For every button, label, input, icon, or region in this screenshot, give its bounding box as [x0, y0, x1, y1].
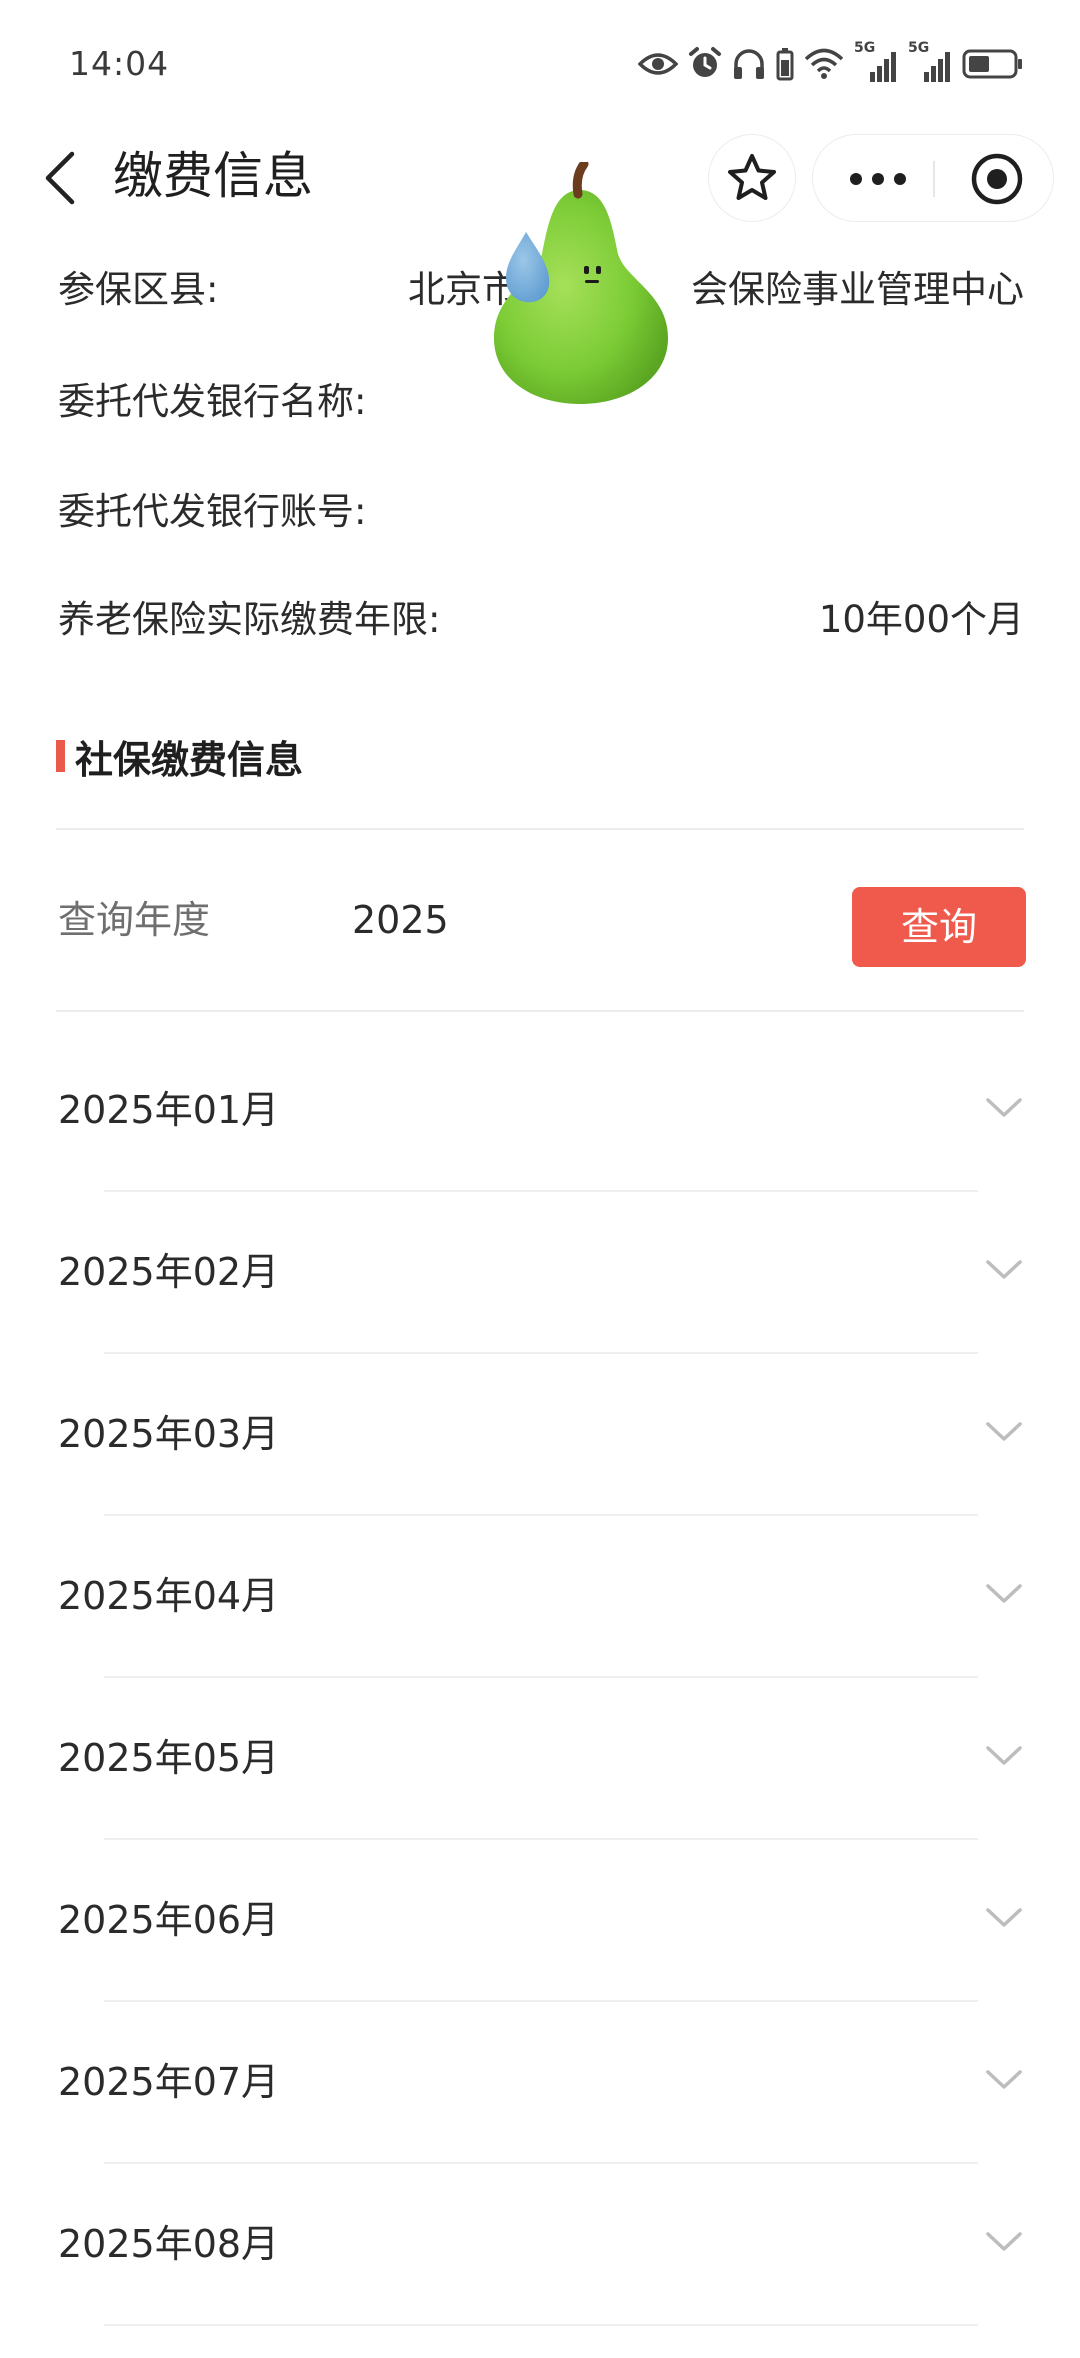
month-item[interactable]: 2025年01月: [0, 1030, 1080, 1192]
battery-icon: [962, 49, 1024, 79]
battery-small-icon: [776, 47, 794, 81]
month-label: 2025年02月: [58, 1250, 280, 1294]
chevron-down-icon: [984, 1574, 1024, 1614]
alarm-icon: [688, 46, 722, 82]
pension-years-value: 10年00个月: [818, 598, 1024, 641]
month-label: 2025年03月: [58, 1412, 280, 1456]
month-item[interactable]: 2025年05月: [0, 1678, 1080, 1840]
section-header: 社保缴费信息: [56, 728, 303, 784]
status-icons: 5G 5G: [638, 40, 1024, 86]
month-item[interactable]: 2025年04月: [0, 1516, 1080, 1678]
month-item[interactable]: 2025年02月: [0, 1192, 1080, 1354]
month-label: 2025年08月: [58, 2222, 280, 2266]
query-year-label: 查询年度: [58, 898, 211, 942]
chevron-down-icon: [984, 1250, 1024, 1290]
section-title: 社保缴费信息: [75, 737, 304, 782]
section-divider: [56, 828, 1024, 830]
chevron-left-icon: [45, 151, 75, 205]
headphones-icon: [732, 47, 766, 81]
month-label: 2025年01月: [58, 1088, 280, 1132]
query-divider: [56, 1010, 1024, 1012]
target-circle-icon: [971, 153, 1023, 205]
chevron-down-icon: [984, 1736, 1024, 1776]
more-button[interactable]: [833, 135, 923, 223]
month-label: 2025年07月: [58, 2060, 280, 2104]
district-label: 参保区县:: [58, 268, 219, 311]
capsule-divider: [933, 161, 935, 197]
chevron-down-icon: [984, 2060, 1024, 2100]
bank-account-row: 委托代发银行账号:: [58, 482, 1024, 542]
eye-icon: [638, 49, 678, 79]
back-button[interactable]: [30, 148, 90, 208]
month-label: 2025年04月: [58, 1574, 280, 1618]
close-button[interactable]: [953, 135, 1041, 223]
signal-5g-icon: 5G: [908, 40, 952, 84]
chevron-down-icon: [984, 1088, 1024, 1128]
pension-years-row: 养老保险实际缴费年限: 10年00个月: [58, 590, 1024, 650]
query-year-input[interactable]: 2025: [352, 890, 449, 950]
month-divider: [104, 2324, 978, 2326]
bank-name-label: 委托代发银行名称:: [58, 380, 367, 423]
month-item[interactable]: 2025年07月: [0, 2002, 1080, 2164]
chevron-down-icon: [984, 1898, 1024, 1938]
star-icon: [728, 154, 776, 200]
page-title: 缴费信息: [113, 147, 313, 205]
more-dots-icon: [850, 173, 906, 185]
pension-years-label: 养老保险实际缴费年限:: [58, 598, 441, 641]
section-accent-bar: [56, 740, 65, 772]
signal-5g-icon: 5G: [854, 40, 898, 84]
month-label: 2025年05月: [58, 1736, 280, 1780]
district-value-suffix: 会保险事业管理中心: [691, 268, 1024, 311]
chevron-down-icon: [984, 2222, 1024, 2262]
mini-program-capsule: [812, 134, 1054, 222]
month-item[interactable]: 2025年06月: [0, 1840, 1080, 2002]
page: 14:04 5G 5G 缴费信息 参保区县: 北京市 会保险事业管理中心 委托代…: [0, 0, 1080, 2358]
chevron-down-icon: [984, 1412, 1024, 1452]
wifi-icon: [804, 48, 844, 80]
month-item[interactable]: 2025年08月: [0, 2164, 1080, 2326]
month-item[interactable]: 2025年03月: [0, 1354, 1080, 1516]
month-label: 2025年06月: [58, 1898, 280, 1942]
pear-sticker: [494, 162, 668, 404]
status-time: 14:04: [69, 44, 170, 83]
status-bar: 14:04 5G 5G: [0, 0, 1080, 126]
query-button[interactable]: 查询: [852, 887, 1026, 967]
bank-account-label: 委托代发银行账号:: [58, 490, 367, 533]
favorite-button[interactable]: [708, 134, 796, 222]
